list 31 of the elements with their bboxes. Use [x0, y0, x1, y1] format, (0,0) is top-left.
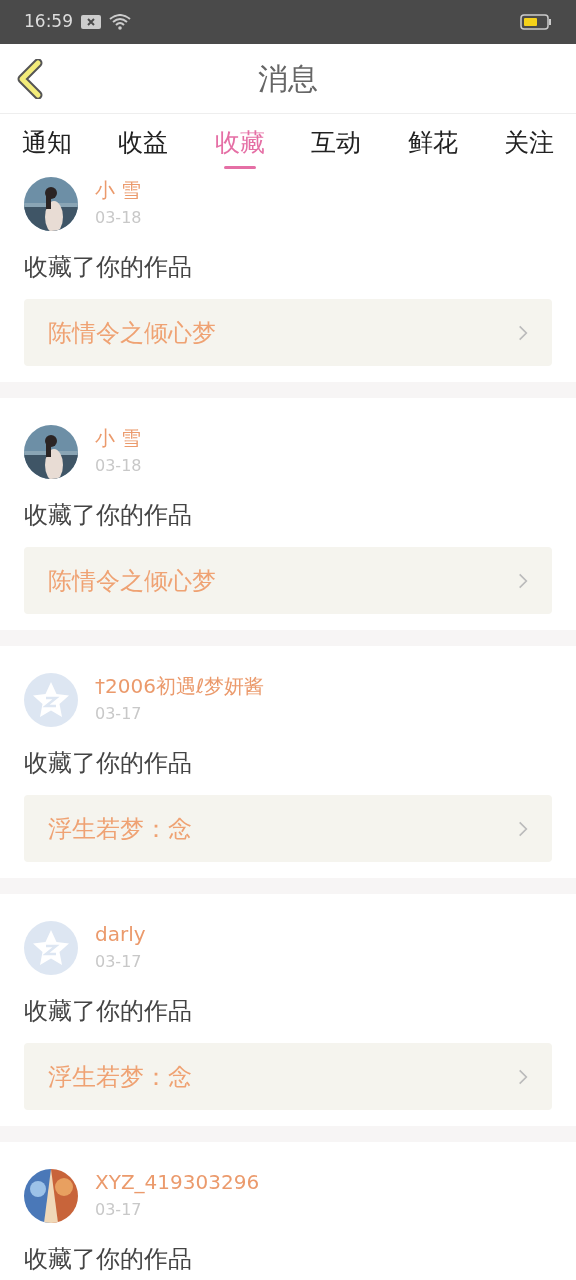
chevron-right-icon	[518, 571, 528, 590]
tab[interactable]: 鲜花	[407, 114, 458, 169]
back-icon	[16, 58, 44, 99]
tab[interactable]: 收益	[118, 114, 169, 169]
work-link[interactable]: 陈情令之倾心梦	[24, 547, 552, 614]
user-name[interactable]: †2006初遇ℓ梦妍酱	[95, 673, 265, 699]
message-text: 收藏了你的作品	[24, 252, 193, 283]
work-link[interactable]: 陈情令之倾心梦	[24, 299, 552, 366]
page-title: 消息	[258, 60, 318, 98]
tab[interactable]: 互动	[311, 114, 362, 169]
status-time: 16:59	[24, 10, 73, 34]
chevron-right-icon	[518, 819, 528, 838]
tab[interactable]: 通知	[22, 114, 72, 169]
chevron-right-icon	[518, 1067, 528, 1086]
work-link[interactable]: 浮生若梦：念	[24, 1043, 552, 1110]
notification-icon	[81, 15, 101, 29]
user-name[interactable]: 小 雪	[95, 177, 142, 203]
wifi-icon	[109, 14, 131, 30]
chevron-right-icon	[518, 323, 528, 342]
user-name[interactable]: 小 雪	[95, 425, 142, 451]
back-button[interactable]	[16, 58, 44, 99]
tab[interactable]: 关注	[503, 114, 554, 169]
message-text: 收藏了你的作品	[24, 996, 193, 1027]
message-text: 收藏了你的作品	[24, 748, 193, 779]
work-link[interactable]: 浮生若梦：念	[24, 795, 552, 862]
user-name[interactable]: darly	[95, 921, 146, 947]
battery-icon	[520, 14, 552, 30]
message-text: 收藏了你的作品	[24, 1244, 193, 1275]
user-name[interactable]: XYZ_419303296	[95, 1169, 260, 1195]
message-text: 收藏了你的作品	[24, 500, 193, 531]
tab[interactable]: 收藏	[214, 114, 265, 169]
